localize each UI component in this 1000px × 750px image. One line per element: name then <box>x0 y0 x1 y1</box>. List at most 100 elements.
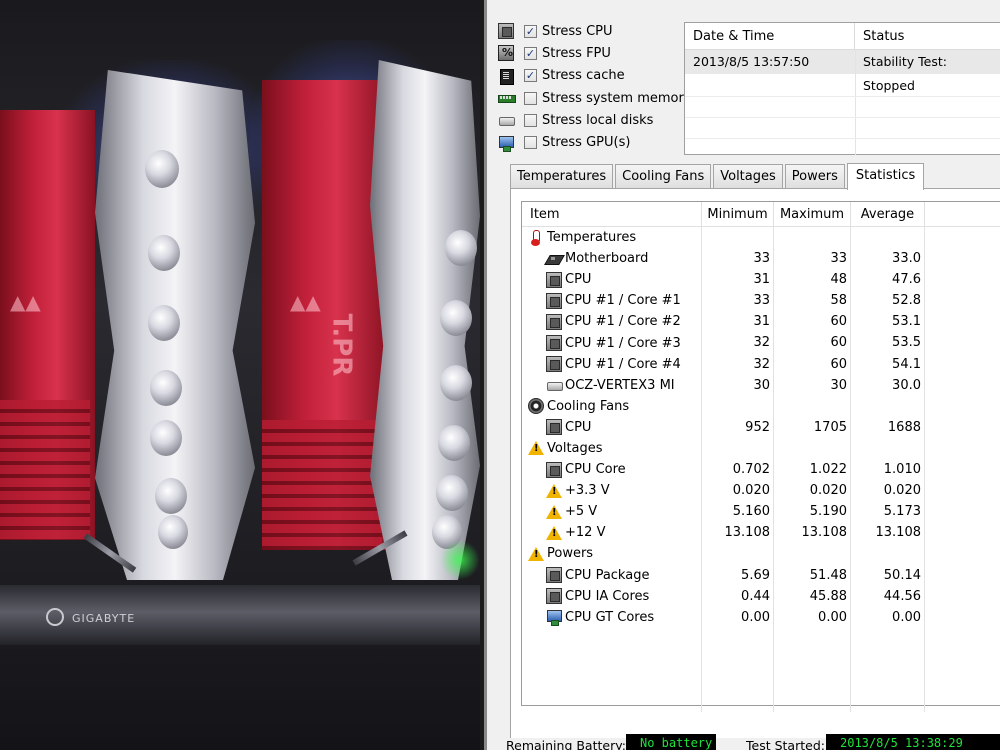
minimum-cell: 0.44 <box>702 585 774 607</box>
average-cell: 53.5 <box>851 332 925 354</box>
category-row[interactable]: Voltages <box>522 437 1000 460</box>
stress-cache-option[interactable]: ✓ Stress cache <box>498 65 688 87</box>
stress-gpu-checkbox[interactable] <box>524 136 537 150</box>
row-filler <box>925 332 1000 353</box>
table-row[interactable]: CPU #1 / Core #2 31 60 53.1 <box>522 311 1000 333</box>
table-row[interactable]: +5 V 5.1605.1905.173 <box>522 501 1000 523</box>
item-cell: CPU #1 / Core #3 <box>522 332 702 354</box>
row-filler <box>925 586 1000 607</box>
empty-cell <box>851 648 925 670</box>
stress-cache-checkbox[interactable]: ✓ <box>524 69 537 83</box>
average-column-header[interactable]: Average <box>851 202 925 226</box>
item-column-header[interactable]: Item <box>522 202 702 226</box>
chip-icon <box>546 271 562 288</box>
empty-cell <box>702 691 774 713</box>
item-label: Temperatures <box>547 230 637 246</box>
category-row[interactable]: Temperatures <box>522 227 1000 249</box>
item-label: +3.3 V <box>565 483 610 499</box>
item-cell: CPU #1 / Core #4 <box>522 353 702 375</box>
minimum-cell: 33 <box>702 248 774 270</box>
item-cell: OCZ-VERTEX3 MI <box>522 374 702 396</box>
stress-gpu-option[interactable]: Stress GPU(s) <box>498 131 688 153</box>
stress-fpu-checkbox[interactable]: ✓ <box>524 46 537 60</box>
average-cell: 13.108 <box>851 522 925 544</box>
stress-cpu-option[interactable]: ✓ Stress CPU <box>498 20 688 42</box>
maximum-cell: 60 <box>774 311 851 333</box>
maximum-cell <box>774 227 851 249</box>
tab-cooling-fans[interactable]: Cooling Fans <box>615 164 712 189</box>
category-row[interactable]: Powers <box>522 543 1000 565</box>
empty-cell <box>702 669 774 692</box>
empty-cell <box>851 669 925 692</box>
minimum-cell: 31 <box>702 311 774 333</box>
footer-bar: Remaining Battery: No battery Test Start… <box>488 732 1000 750</box>
maximum-column-header[interactable]: Maximum <box>774 202 851 226</box>
stress-memory-option[interactable]: Stress system memory <box>498 87 692 109</box>
table-row[interactable]: CPU #1 / Core #3 32 60 53.5 <box>522 332 1000 354</box>
stress-memory-checkbox[interactable] <box>524 91 537 105</box>
table-row[interactable]: +3.3 V0.0200.0200.020 <box>522 480 1000 502</box>
minimum-cell: 31 <box>702 269 774 291</box>
fpu-chip-icon <box>498 45 514 62</box>
item-label: Cooling Fans <box>547 398 630 414</box>
minimum-cell: 33 <box>702 290 774 312</box>
minimum-cell: 30 <box>702 374 774 396</box>
chip-icon <box>546 356 562 373</box>
stress-disks-option[interactable]: Stress local disks <box>498 109 688 131</box>
item-label: +12 V <box>565 525 606 541</box>
item-label: OCZ-VERTEX3 MI <box>565 377 675 393</box>
chip-icon <box>546 419 562 436</box>
item-label: CPU Package <box>565 567 650 583</box>
table-row[interactable]: Motherboard 33 33 33.0 <box>522 248 1000 270</box>
table-row[interactable]: CPU 952 1705 1688 <box>522 416 1000 438</box>
chip-icon <box>546 567 562 584</box>
table-row[interactable]: CPU Core 0.702 1.022 1.010 <box>522 459 1000 481</box>
table-row[interactable]: OCZ-VERTEX3 MI 30 30 30.0 <box>522 374 1000 396</box>
maximum-cell: 1705 <box>774 416 851 438</box>
minimum-column-header[interactable]: Minimum <box>702 202 774 226</box>
table-row[interactable]: +12 V13.10813.10813.108 <box>522 522 1000 544</box>
average-cell: 47.6 <box>851 269 925 291</box>
empty-cell <box>851 627 925 649</box>
tab-voltages[interactable]: Voltages <box>713 164 783 189</box>
tab-powers[interactable]: Powers <box>784 164 845 189</box>
item-cell: Cooling Fans <box>522 395 702 417</box>
row-filler <box>925 438 1000 459</box>
empty-cell <box>702 627 774 649</box>
status-column-header[interactable]: Status <box>855 23 1000 49</box>
warning-icon <box>546 483 562 499</box>
stress-cpu-checkbox[interactable]: ✓ <box>524 24 537 38</box>
stability-test-window: ✓ Stress CPU ✓ Stress FPU ✓ Stress cache… <box>480 0 1000 750</box>
item-cell: CPU Package <box>522 564 702 586</box>
test-started-label: Test Started: <box>746 738 825 750</box>
row-filler <box>925 227 1000 248</box>
minimum-cell: 0.020 <box>702 480 774 502</box>
table-row[interactable]: CPU Package 5.69 51.48 50.14 <box>522 564 1000 586</box>
tab-statistics[interactable]: Statistics <box>846 163 925 190</box>
item-label: CPU #1 / Core #4 <box>565 356 681 372</box>
empty-row <box>522 691 1000 713</box>
tab-temperatures[interactable]: Temperatures <box>510 164 614 189</box>
average-cell: 1.010 <box>851 459 925 481</box>
date-time-column-header[interactable]: Date & Time <box>685 23 855 49</box>
gpu-monitor-icon <box>498 135 514 152</box>
row-filler <box>925 248 1000 269</box>
warning-icon <box>528 546 544 562</box>
stress-cpu-label: Stress CPU <box>542 23 613 39</box>
table-row[interactable]: CPU #1 / Core #1 33 58 52.8 <box>522 290 1000 312</box>
table-row[interactable]: CPU #1 / Core #4 32 60 54.1 <box>522 353 1000 375</box>
item-cell: +3.3 V <box>522 480 702 502</box>
statistics-table-header: Item Minimum Maximum Average <box>522 202 1000 227</box>
category-row[interactable]: Cooling Fans <box>522 395 1000 417</box>
table-row[interactable]: CPU GT Cores 0.00 0.00 0.00 <box>522 606 1000 628</box>
table-row[interactable]: CPU 31 48 47.6 <box>522 269 1000 291</box>
fan-icon <box>528 398 544 415</box>
stress-fpu-option[interactable]: ✓ Stress FPU <box>498 42 688 64</box>
chip-icon <box>546 313 562 330</box>
average-cell: 1688 <box>851 416 925 438</box>
table-row[interactable]: CPU IA Cores 0.44 45.88 44.56 <box>522 585 1000 607</box>
item-cell: Voltages <box>522 437 702 460</box>
status-row[interactable]: 2013/8/5 13:57:50 Stability Test: Stoppe… <box>685 50 1000 93</box>
stress-disks-checkbox[interactable] <box>524 113 537 127</box>
statistics-rows: Temperatures Motherboard 33 33 33.0 CPU 31 48 47… <box>522 227 1000 713</box>
